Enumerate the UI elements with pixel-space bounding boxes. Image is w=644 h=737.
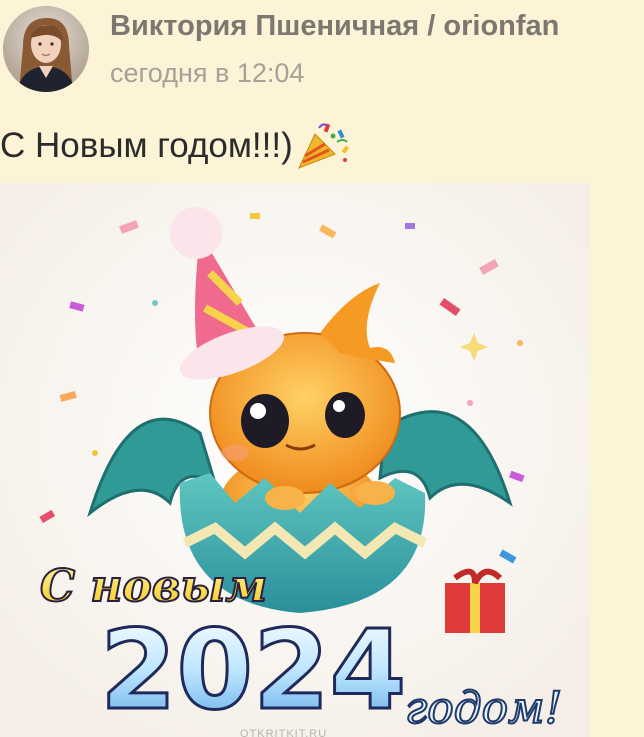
post-text: С Новым годом!!!) bbox=[0, 120, 353, 172]
card-watermark: OTKRITKIT.RU bbox=[240, 728, 328, 737]
author-name[interactable]: Виктория Пшеничная / orionfan bbox=[110, 10, 559, 43]
dragon-illustration: С новым 2024 годом! bbox=[0, 183, 590, 737]
party-popper-icon bbox=[295, 120, 353, 172]
post-text-content: С Новым годом!!!) bbox=[0, 126, 293, 165]
card-year: 2024 bbox=[100, 606, 406, 734]
post-timestamp[interactable]: сегодня в 12:04 bbox=[110, 58, 304, 89]
card-greeting-top: С новым bbox=[40, 561, 267, 612]
greeting-card-image[interactable]: С новым 2024 годом! bbox=[0, 183, 590, 737]
feed-post: Виктория Пшеничная / orionfan сегодня в … bbox=[0, 0, 644, 737]
avatar-photo bbox=[3, 6, 89, 92]
avatar[interactable] bbox=[3, 6, 89, 92]
card-greeting-bottom: годом! bbox=[405, 683, 562, 734]
